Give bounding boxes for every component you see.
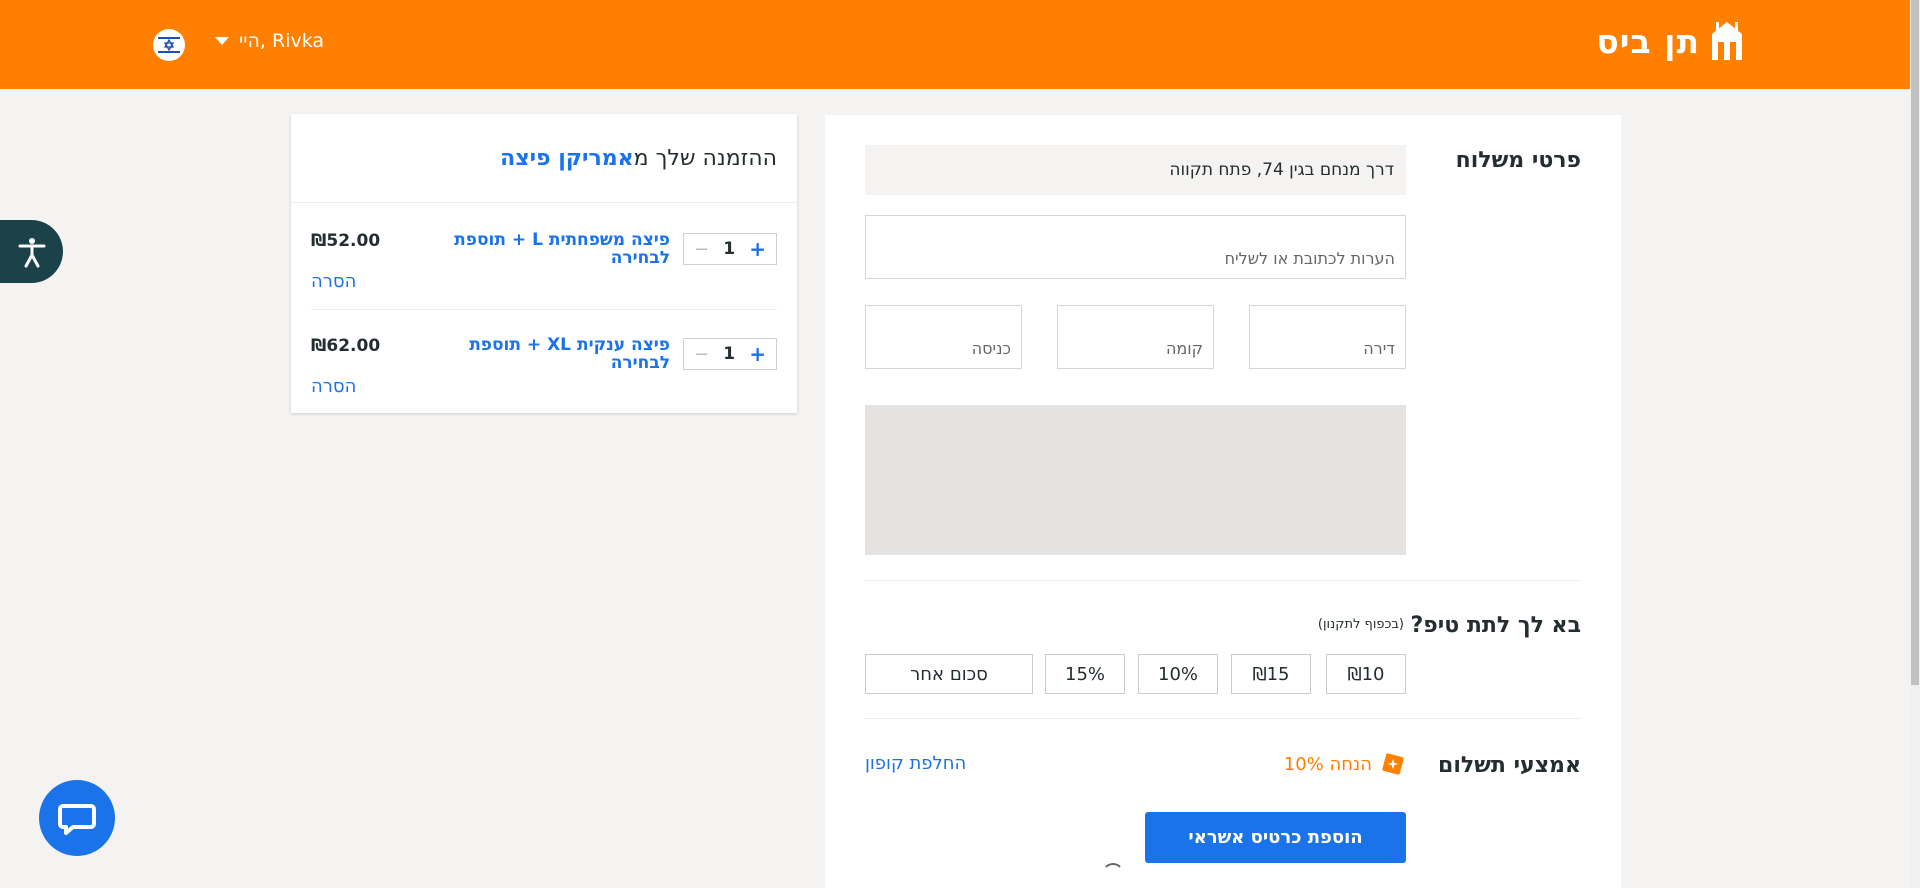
quantity-stepper: − 1 + (683, 233, 777, 265)
top-bar: תן ביס היי, Rivka (0, 0, 1910, 89)
tip-option-custom[interactable]: סכום אחר (865, 654, 1033, 694)
language-flag-icon[interactable] (153, 29, 185, 61)
increase-button[interactable]: + (749, 237, 766, 261)
scrollbar[interactable] (1910, 0, 1920, 888)
israel-flag-icon (158, 37, 180, 53)
delivery-map[interactable] (865, 405, 1406, 555)
tip-section-title: בא לך לתת טיפ? (1410, 613, 1581, 638)
chevron-down-icon (215, 37, 229, 45)
restaurant-logo-icon (1712, 22, 1742, 60)
item-price: ₪52.00 (311, 231, 381, 251)
item-name[interactable]: פיצה ענקית XL + תוספת לבחירה (440, 336, 670, 372)
coupon-icon (1382, 753, 1404, 775)
loading-spinner-icon (1102, 863, 1124, 885)
quantity-value: 1 (723, 344, 736, 364)
add-credit-card-button[interactable]: הוספת כרטיס אשראי (1145, 812, 1406, 863)
quantity-stepper: − 1 + (683, 338, 777, 370)
scrollbar-thumb[interactable] (1911, 0, 1919, 685)
chat-button[interactable] (39, 780, 115, 856)
address-notes-field[interactable]: הערות לכתובת או לשליח (865, 215, 1406, 279)
decrease-button[interactable]: − (694, 344, 709, 365)
tip-option-10-percent[interactable]: 10% (1138, 654, 1218, 694)
floor-field[interactable]: קומה (1057, 305, 1214, 369)
divider (291, 202, 797, 203)
decrease-button[interactable]: − (694, 239, 709, 260)
remove-item-link[interactable]: הסרה (311, 271, 356, 292)
entrance-field[interactable]: כניסה (865, 305, 1022, 369)
divider (865, 580, 1581, 581)
restaurant-link[interactable]: אמריקן פיצה (500, 146, 634, 171)
checkout-details-panel: פרטי משלוח דרך מנחם בגין 74, פתח תקווה ה… (825, 115, 1621, 888)
order-title: ההזמנה שלך מאמריקן פיצה (500, 146, 777, 171)
accessibility-icon (18, 237, 45, 267)
tip-terms-note: (בכפוף לתקנון) (1317, 617, 1404, 632)
change-coupon-link[interactable]: החלפת קופון (865, 753, 966, 774)
divider (311, 309, 777, 310)
delivery-address: דרך מנחם בגין 74, פתח תקווה (865, 145, 1406, 195)
payment-section-title: אמצעי תשלום (1438, 753, 1581, 778)
apartment-field[interactable]: דירה (1249, 305, 1406, 369)
logo[interactable]: תן ביס (1596, 20, 1748, 62)
user-greeting: היי, Rivka (239, 30, 325, 52)
discount-badge: הנחה 10% (1284, 751, 1406, 777)
quantity-value: 1 (723, 239, 736, 259)
user-menu[interactable]: היי, Rivka (215, 30, 324, 52)
order-summary-card: ההזמנה שלך מאמריקן פיצה − 1 + פיצה משפחת… (291, 114, 797, 413)
order-title-prefix: ההזמנה שלך מ (633, 146, 777, 171)
item-name[interactable]: פיצה משפחתית L + תוספת לבחירה (440, 231, 670, 267)
item-price: ₪62.00 (311, 336, 381, 356)
increase-button[interactable]: + (749, 342, 766, 366)
order-item: − 1 + פיצה ענקית XL + תוספת לבחירה ₪62.0… (311, 326, 777, 416)
accessibility-button[interactable] (0, 220, 63, 283)
logo-text: תן ביס (1596, 21, 1700, 61)
divider (865, 718, 1581, 719)
tip-option-15-shekel[interactable]: ₪15 (1231, 654, 1311, 694)
remove-item-link[interactable]: הסרה (311, 376, 356, 397)
tip-option-10-shekel[interactable]: ₪10 (1326, 654, 1406, 694)
discount-text: הנחה 10% (1283, 753, 1372, 775)
tip-option-15-percent[interactable]: 15% (1045, 654, 1125, 694)
delivery-section-title: פרטי משלוח (1455, 148, 1581, 173)
order-item: − 1 + פיצה משפחתית L + תוספת לבחירה ₪52.… (311, 221, 777, 311)
chat-icon (58, 804, 96, 835)
